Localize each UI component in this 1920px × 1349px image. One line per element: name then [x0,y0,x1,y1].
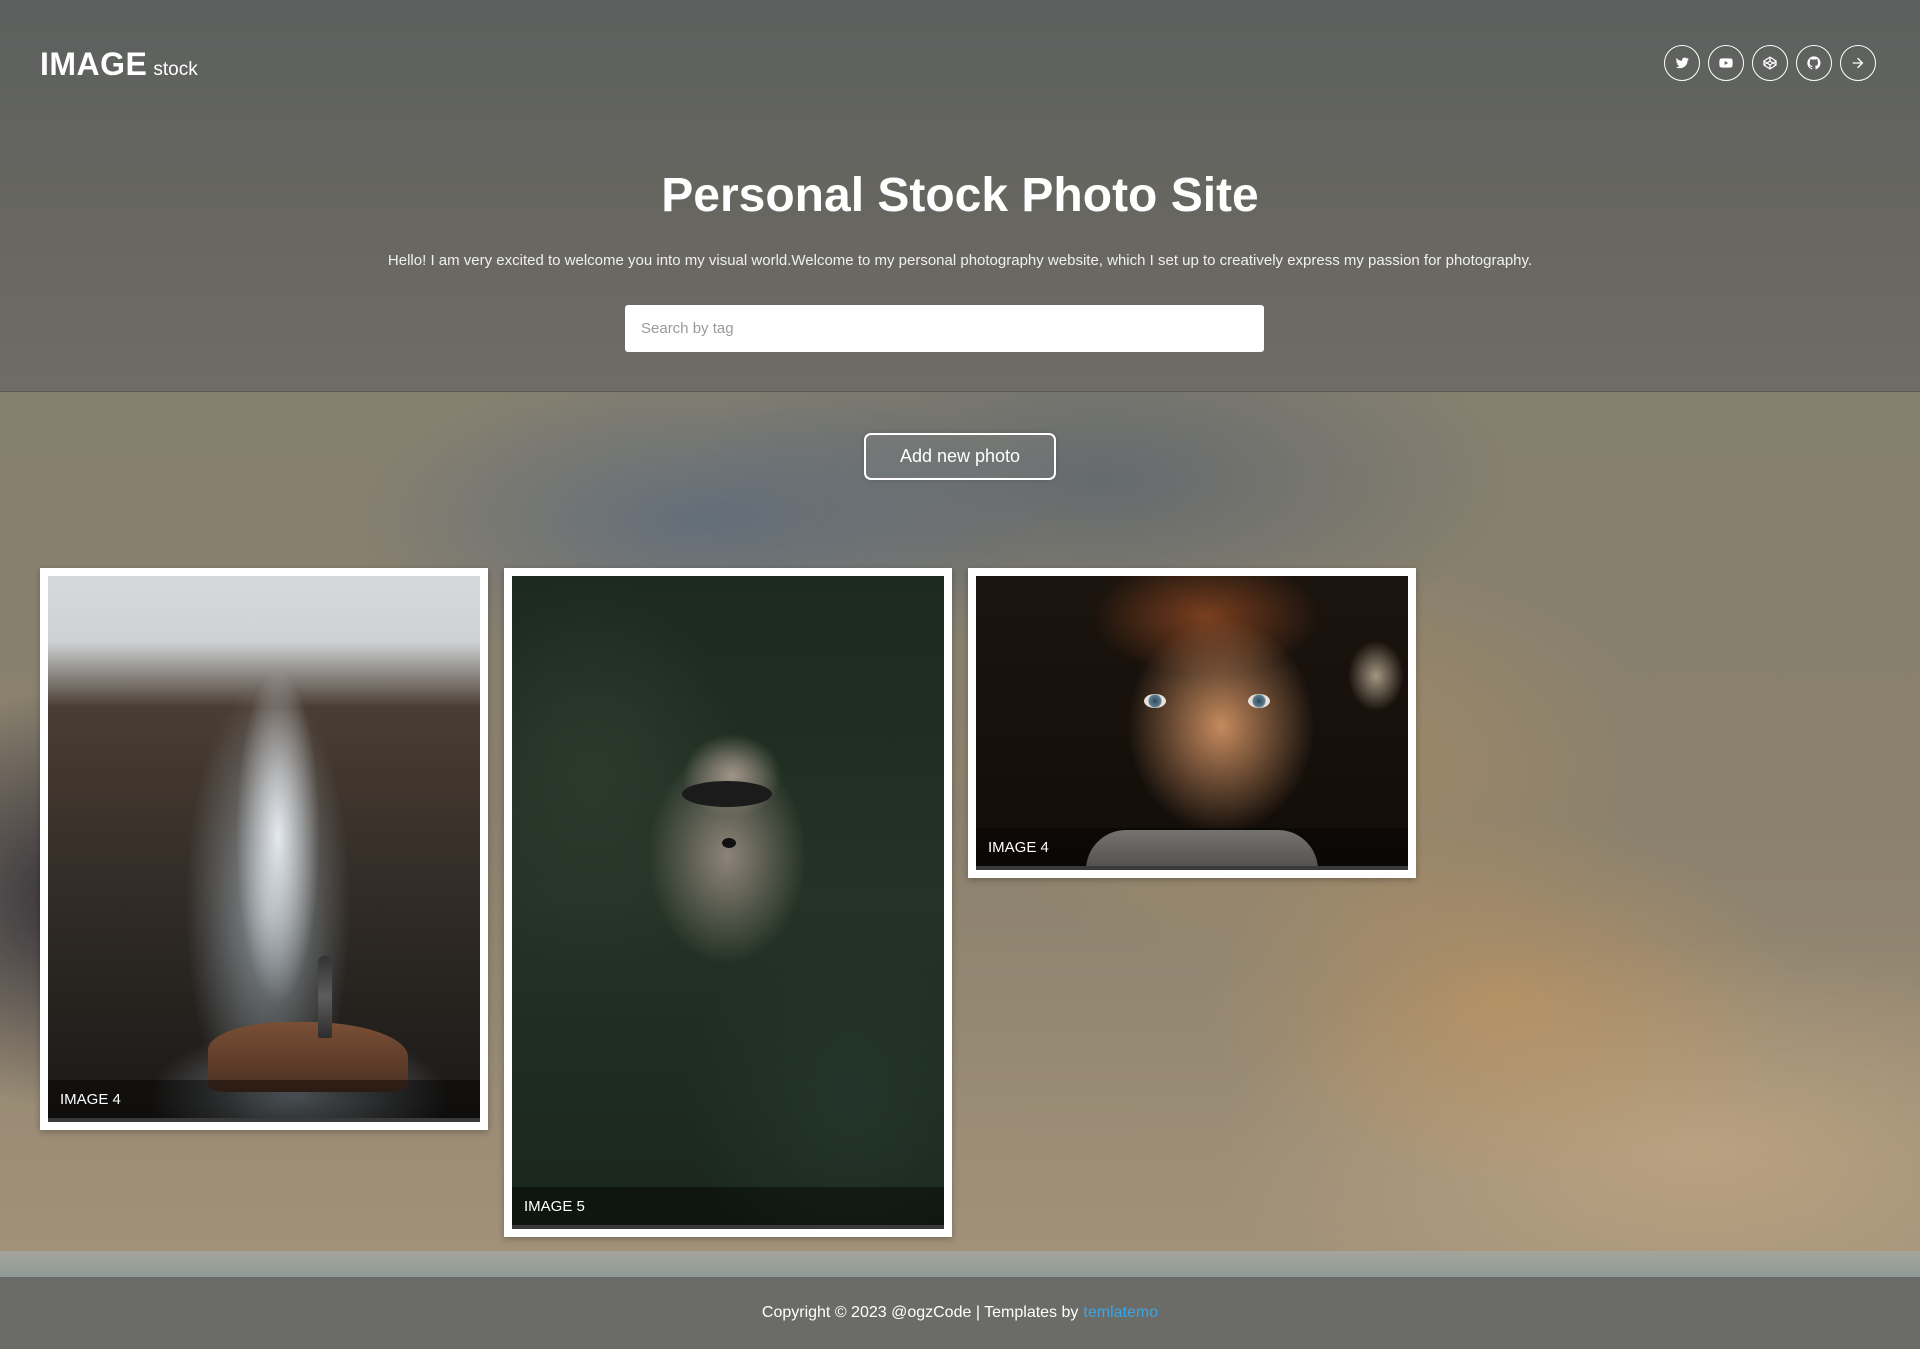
logo-main: IMAGE [40,46,148,82]
search-input[interactable] [625,305,1264,352]
photo-caption: IMAGE 4 [976,828,1408,866]
social-links [1664,45,1876,81]
login-link[interactable] [1840,45,1876,81]
site-logo[interactable]: IMAGE stock [40,46,198,83]
site-header: IMAGE stock Personal Stock Photo Site He… [0,0,1920,392]
photo-card[interactable]: IMAGE 4 [40,568,488,1130]
twitter-icon [1675,57,1689,69]
site-footer: Copyright © 2023 @ogzCode | Templates by… [0,1277,1920,1349]
add-photo-button[interactable]: Add new photo [864,433,1056,480]
photo-card[interactable]: IMAGE 5 [504,568,952,1237]
copyright-text: Copyright © 2023 @ogzCode | Templates by [761,1304,1079,1321]
intro-text: Hello! I am very excited to welcome you … [387,252,1533,269]
templatemo-link[interactable]: temlatemo [1083,1304,1158,1322]
waterfall-photo: IMAGE 4 [48,576,480,1122]
codepen-icon [1763,56,1777,70]
photo-card[interactable]: IMAGE 4 [968,568,1416,878]
youtube-link[interactable] [1708,45,1744,81]
github-link[interactable] [1796,45,1832,81]
github-icon [1807,56,1821,70]
page-title: Personal Stock Photo Site [661,169,1259,222]
child-portrait-photo: IMAGE 4 [976,576,1408,870]
footer-divider [0,1251,1920,1277]
photo-caption: IMAGE 4 [48,1080,480,1118]
photo-caption: IMAGE 5 [512,1187,944,1225]
twitter-link[interactable] [1664,45,1700,81]
youtube-icon [1719,58,1733,68]
arrow-right-icon [1852,57,1864,69]
raccoon-photo: IMAGE 5 [512,576,944,1229]
logo-sub: stock [153,59,198,80]
codepen-link[interactable] [1752,45,1788,81]
